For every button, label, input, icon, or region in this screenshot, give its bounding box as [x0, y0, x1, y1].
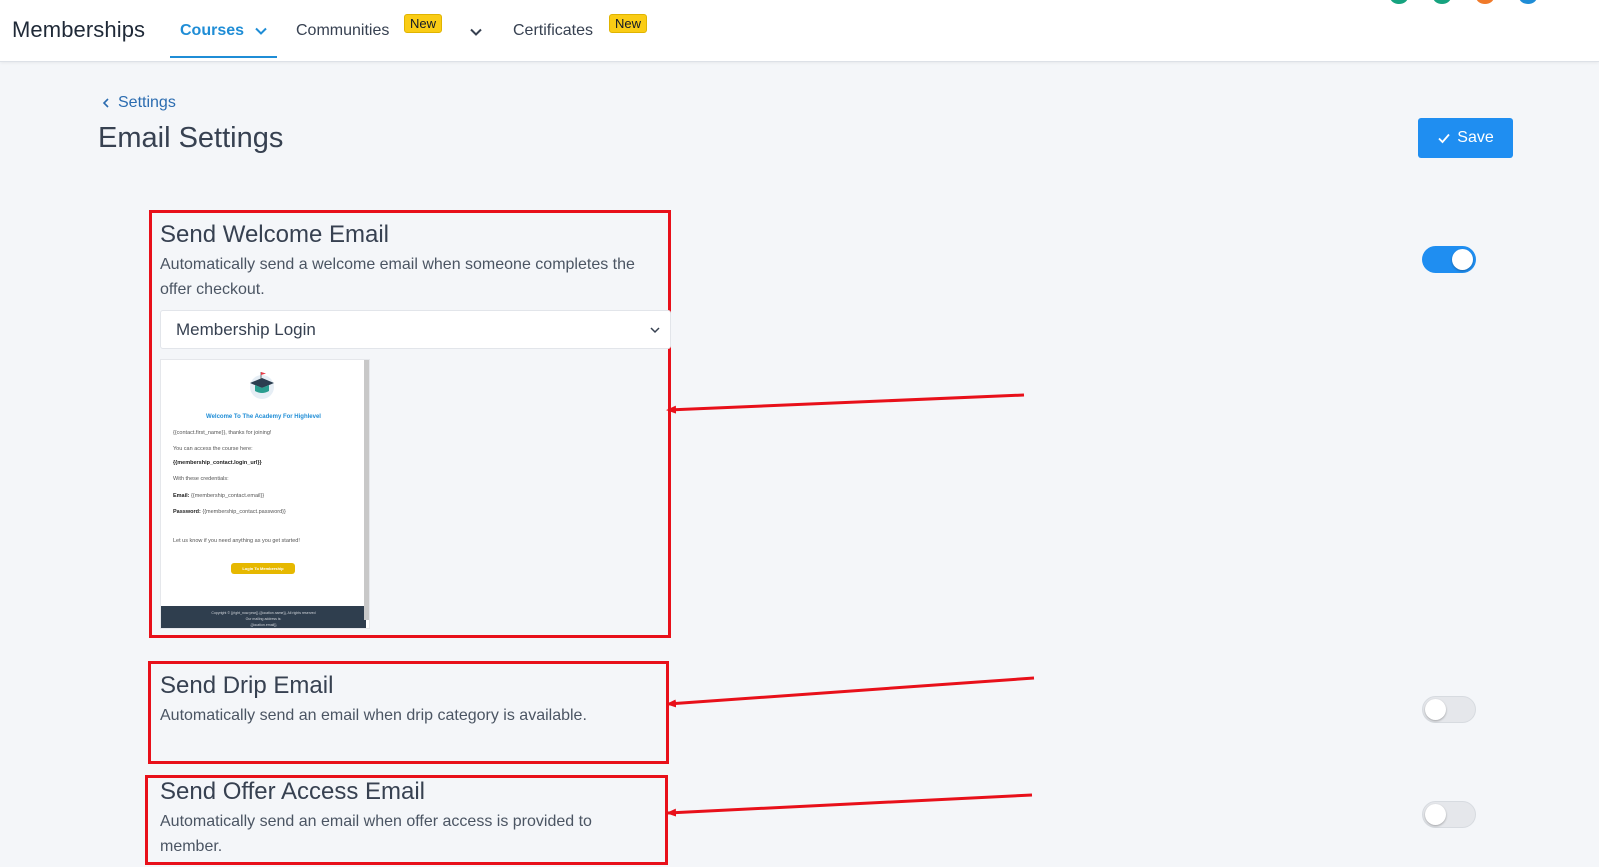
email-template-select[interactable]: Membership Login [160, 310, 671, 349]
tab-courses[interactable]: Courses [180, 22, 268, 40]
welcome-email-toggle[interactable] [1422, 246, 1476, 273]
tab-communities[interactable]: Communities [296, 22, 389, 40]
header-avatars [1390, 0, 1537, 4]
tab-certificates[interactable]: Certificates [513, 22, 593, 40]
new-badge: New [404, 14, 443, 33]
avatar[interactable] [1433, 0, 1451, 4]
preview-login-url: {{membership_contact.login_url}} [173, 460, 262, 466]
tab-communities-label: Communities [296, 22, 390, 39]
preview-login-button: Login To Membership [231, 563, 295, 574]
preview-password-label: Password: [173, 509, 201, 515]
preview-password-row: Password: {{membership_contact.password}… [173, 509, 286, 515]
preview-password-value: {{membership_contact.password}} [202, 509, 286, 515]
preview-email-value: {{membership_contact.email}} [191, 493, 265, 499]
app-title: Memberships [12, 17, 146, 42]
chevron-down-icon[interactable] [469, 25, 483, 39]
preview-footer-address: {{location.email}} [250, 623, 277, 627]
toggle-knob [1452, 249, 1473, 270]
top-navigation: Memberships Courses Communities New Cert… [0, 0, 1599, 62]
section-description: Automatically send an email when offer a… [160, 813, 592, 855]
chevron-down-icon [650, 327, 660, 334]
drip-email-section: Send Drip Email Automatically send an em… [160, 671, 660, 728]
avatar[interactable] [1519, 0, 1537, 4]
toggle-knob [1425, 699, 1446, 720]
save-button[interactable]: Save [1418, 118, 1513, 158]
toggle-knob [1425, 804, 1446, 825]
preview-access-line: You can access the course here: [173, 446, 253, 452]
email-preview[interactable]: Welcome To The Academy For Highlevel {{c… [160, 359, 370, 629]
preview-greeting: {{contact.first_name}}, thanks for joini… [173, 430, 272, 436]
annotation-arrow [666, 793, 1033, 817]
preview-footer: Copyright © {{right_now.year}} {{locatio… [161, 606, 366, 628]
chevron-down-icon [255, 27, 267, 35]
tab-certificates-label: Certificates [513, 22, 594, 39]
breadcrumb[interactable]: Settings [100, 94, 176, 112]
preview-credentials-line: With these credentials: [173, 476, 229, 482]
preview-email-label: Email: [173, 493, 190, 499]
active-tab-indicator [170, 56, 277, 58]
offer-access-email-section: Send Offer Access Email Automatically se… [160, 777, 630, 859]
selected-template: Membership Login [176, 319, 316, 339]
preview-scrollbar[interactable] [364, 360, 369, 620]
new-badge: New [609, 14, 648, 33]
annotation-arrow [666, 676, 1035, 708]
page-title: Email Settings [98, 122, 284, 154]
chevron-left-icon [102, 98, 109, 108]
preview-email-row: Email: {{membership_contact.email}} [173, 493, 264, 499]
check-icon [1438, 133, 1450, 144]
section-description: Automatically send an email when drip ca… [160, 707, 587, 724]
welcome-email-section: Send Welcome Email Automatically send a … [160, 220, 660, 302]
drip-email-toggle[interactable] [1422, 696, 1476, 723]
graduation-cap-icon [250, 372, 274, 399]
preview-closing: Let us know if you need anything as you … [173, 538, 300, 544]
avatar[interactable] [1476, 0, 1494, 4]
section-title: Send Offer Access Email [160, 778, 426, 805]
section-title: Send Welcome Email [160, 221, 389, 248]
annotation-arrow [666, 393, 1025, 414]
avatar[interactable] [1390, 0, 1408, 4]
section-title: Send Drip Email [160, 672, 334, 699]
save-button-label: Save [1457, 129, 1494, 146]
preview-heading: Welcome To The Academy For Highlevel [206, 414, 321, 420]
section-description: Automatically send a welcome email when … [160, 256, 635, 298]
offer-access-email-toggle[interactable] [1422, 801, 1476, 828]
breadcrumb-settings-link[interactable]: Settings [118, 94, 176, 112]
tab-courses-label: Courses [180, 22, 245, 39]
